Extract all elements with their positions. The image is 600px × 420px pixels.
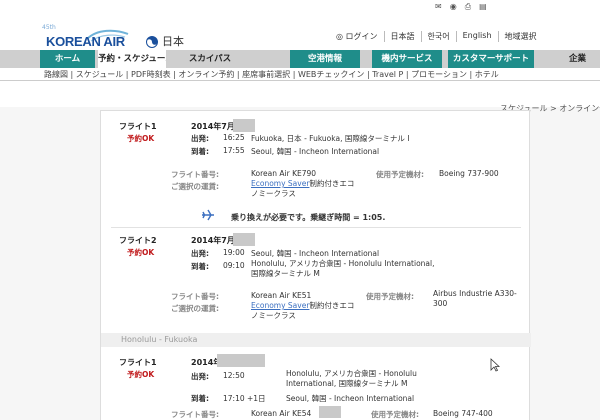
rss-icon[interactable]: ◉ [450,2,457,12]
taeguk-icon [146,36,158,48]
subnav-promotion[interactable]: プロモーション [411,70,467,79]
arrive-time: 09:10 [223,261,245,270]
mail-icon[interactable]: ✉ [435,2,442,12]
utility-links: ◎ ログイン 日本語 한국어 English 地域選択 [330,31,543,42]
redacted-block [319,406,341,418]
depart-time: 12:50 [223,371,245,380]
tab-airport-info[interactable]: 空港情報 [290,50,360,68]
brand-name: KOREAN AIR [46,34,125,49]
fare-label: ご選択の運賃: [171,182,219,191]
flight-label: フライト2 [119,236,157,245]
language-korean-link[interactable]: 한국어 [420,31,456,42]
page-icon[interactable]: ▤ [479,2,487,12]
plane-icon [202,209,214,221]
subnav-web-checkin[interactable]: WEBチェックイン [298,70,364,79]
arrive-label: 到着: [191,147,209,156]
redacted-block [217,354,265,367]
subnav-pdf-timetable[interactable]: PDF時刻表 [131,70,171,79]
breadcrumb-row: スケジュール > オンライン予約 [0,81,600,113]
flight-date: 2014年7月 [191,236,235,245]
login-link[interactable]: ◎ ログイン [330,31,384,42]
depart-label: 出発: [191,372,209,381]
subnav-seat-selection[interactable]: 座席事前選択 [242,70,290,79]
status-badge: 予約OK [127,134,155,143]
status-badge: 予約OK [127,370,155,379]
fare-description: Economy Saver制約付きエコノミークラス [251,301,361,321]
flight-number: Korean Air KE790 [251,169,317,178]
fare-link[interactable]: Economy Saver [251,179,309,188]
arrive-place: Seoul, 韓国 - Incheon International [251,147,380,156]
flight-label: フライト1 [119,122,157,131]
subnav-route-map[interactable]: 路線図 [44,70,68,79]
depart-place: Honolulu, アメリカ合衆国 - Honolulu Internation… [286,369,417,388]
aircraft-type: Boeing 737-900 [439,169,499,178]
aircraft-type: Boeing 747-400 [433,409,493,418]
transfer-note: 乗り換えが必要です。乗継ぎ時間 = 1:05. [231,213,386,222]
main-nav: ホーム 予約・スケジュール スカイパス 空港情報 機内サービス カスタマーサポー… [0,50,600,68]
depart-place: Fukuoka, 日本 - Fukuoka, 国際線ターミナル I [251,134,410,143]
arrive-time: 17:10 +1日 [223,394,266,403]
flight-number-label: フライト番号: [171,292,219,301]
arrive-time: 17:55 [223,146,245,155]
arrive-place: Seoul, 韓国 - Incheon International [286,394,415,403]
depart-place: Seoul, 韓国 - Incheon International [251,249,380,258]
redacted-block [233,233,255,246]
arrive-label: 到着: [191,262,209,271]
aircraft-label: 使用予定機材: [366,292,414,301]
anniversary-mark: 45th [42,24,56,31]
tab-corporate[interactable]: 企業 [555,50,600,68]
flight-number: Korean Air KE54 [251,409,312,418]
itinerary-panel: フライト1 予約OK 2014年7月 出発: 16:25 Fukuoka, 日本… [100,110,531,420]
flight-date: 2014年7月 [191,122,235,131]
fare-link[interactable]: Economy Saver [251,301,309,310]
flight-number: Korean Air KE51 [251,291,312,300]
language-japanese-link[interactable]: 日本語 [383,31,421,42]
sub-nav: 路線図 | スケジュール | PDF時刻表 | オンライン予約 | 座席事前選択… [0,68,600,81]
depart-label: 出発: [191,134,209,143]
depart-time: 19:00 [223,248,245,257]
tab-inflight-service[interactable]: 機内サービス [372,50,442,68]
language-english-link[interactable]: English [455,31,498,42]
fare-description: Economy Saver制約付きエコノミークラス [251,179,361,199]
flight-label: フライト1 [119,358,157,367]
aircraft-label: 使用予定機材: [376,170,424,179]
subnav-online-booking[interactable]: オンライン予約 [178,70,234,79]
aircraft-type: Airbus Industrie A330-300 [433,289,517,308]
tab-home[interactable]: ホーム [40,50,95,68]
aircraft-label: 使用予定機材: [371,410,419,419]
return-section-header: Honolulu - Fukuoka [101,333,531,347]
mouse-cursor-icon [490,358,500,372]
arrive-label: 到着: [191,394,209,403]
tab-skypass[interactable]: スカイパス [170,50,250,68]
subnav-hotel[interactable]: ホテル [475,70,499,79]
region-label: 日本 [162,35,184,48]
status-badge: 予約OK [127,248,155,257]
tab-customer-support[interactable]: カスタマーサポート [448,50,534,68]
divider [111,227,521,228]
flight-number-label: フライト番号: [171,410,219,419]
subnav-schedule[interactable]: スケジュール [76,70,123,79]
fare-label: ご選択の運賃: [171,304,219,313]
tab-reservations[interactable]: 予約・スケジュール [98,50,166,68]
arrive-place: Honolulu, アメリカ合衆国 - Honolulu Internation… [251,259,435,278]
browser-toolbar: ✉ ◉ ⎙ ▤ [435,2,487,12]
subnav-travel[interactable]: Travel P [372,70,403,79]
region-select-link[interactable]: 地域選択 [497,31,543,42]
depart-label: 出発: [191,249,209,258]
depart-time: 16:25 [223,133,245,142]
redacted-block [233,119,255,132]
print-icon[interactable]: ⎙ [465,2,471,12]
flight-number-label: フライト番号: [171,170,219,179]
site-header: 45th KOREAN AIR 日本 ✉ ◉ ⎙ ▤ ◎ ログイン 日本語 한국… [0,0,600,50]
